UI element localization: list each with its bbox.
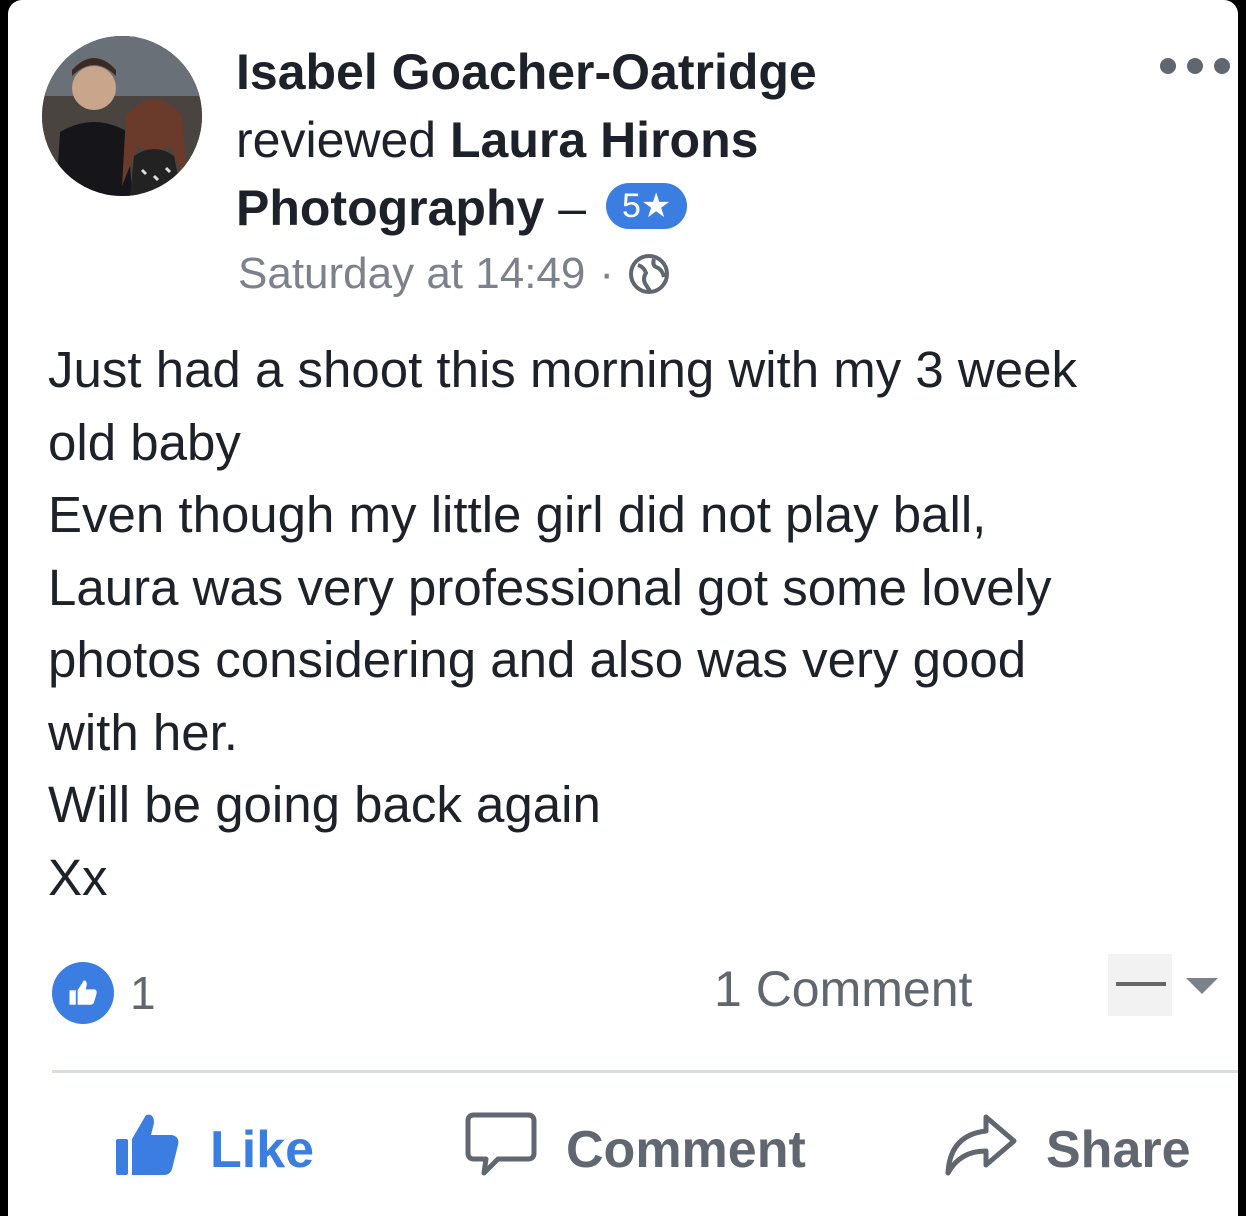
body-line: with her. bbox=[48, 703, 238, 761]
divider bbox=[52, 1070, 1238, 1073]
body-line: Laura was very professional got some lov… bbox=[48, 558, 1052, 616]
review-header: Isabel Goacher-Oatridge reviewed Laura H… bbox=[236, 38, 956, 242]
share-button[interactable]: Share bbox=[942, 1110, 1191, 1190]
share-arrow-icon bbox=[942, 1111, 1018, 1190]
more-options-icon[interactable] bbox=[1160, 54, 1230, 78]
globe-icon[interactable] bbox=[628, 253, 670, 295]
chevron-down-icon[interactable] bbox=[1186, 978, 1218, 994]
timestamp[interactable]: Saturday at 14:49 bbox=[238, 246, 585, 302]
reactions-summary[interactable]: 1 bbox=[52, 962, 156, 1024]
rating-badge: 5★ bbox=[605, 182, 688, 229]
page-name-line2[interactable]: Photography bbox=[236, 180, 544, 236]
comment-button[interactable]: Comment bbox=[464, 1110, 806, 1190]
body-line: Just had a shoot this morning with my 3 … bbox=[48, 341, 1077, 398]
more-dot bbox=[1187, 58, 1203, 74]
author-name[interactable]: Isabel Goacher-Oatridge bbox=[236, 44, 817, 100]
body-line: Will be going back again bbox=[48, 776, 601, 833]
page-name-line1[interactable]: Laura Hirons bbox=[450, 112, 758, 168]
separator: – bbox=[558, 180, 587, 236]
post-meta: Saturday at 14:49 · bbox=[238, 246, 670, 302]
comment-bubble-icon bbox=[464, 1111, 538, 1190]
more-dot bbox=[1160, 58, 1176, 74]
author-avatar[interactable] bbox=[42, 36, 202, 196]
like-reaction-icon bbox=[52, 962, 114, 1024]
comment-count[interactable]: 1 Comment bbox=[714, 958, 972, 1020]
review-post-card: Isabel Goacher-Oatridge reviewed Laura H… bbox=[8, 0, 1238, 1216]
like-label: Like bbox=[210, 1121, 315, 1179]
body-line: Even though my little girl did not play … bbox=[48, 486, 987, 543]
like-count: 1 bbox=[130, 967, 156, 1019]
share-label: Share bbox=[1046, 1121, 1191, 1179]
review-verb: reviewed bbox=[236, 112, 437, 168]
avatar-photo bbox=[42, 36, 202, 196]
body-line: Xx bbox=[48, 848, 108, 906]
thumbs-up-icon bbox=[112, 1109, 182, 1192]
comment-label: Comment bbox=[566, 1121, 806, 1179]
more-dot bbox=[1214, 58, 1230, 74]
body-line: old baby bbox=[48, 413, 241, 471]
review-body: Just had a shoot this morning with my 3 … bbox=[48, 334, 1238, 914]
body-line: photos considering and also was very goo… bbox=[48, 631, 1027, 688]
commenter-thumbnail[interactable] bbox=[1108, 954, 1172, 1016]
like-button[interactable]: Like bbox=[112, 1110, 314, 1190]
meta-dot: · bbox=[599, 249, 615, 298]
